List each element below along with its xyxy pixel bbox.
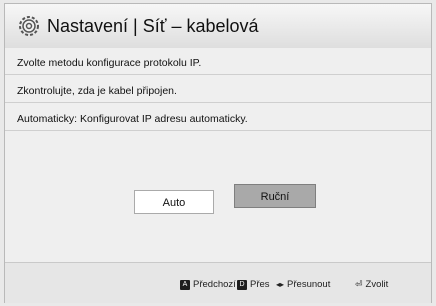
- dialog-header: Nastavení | Síť – kabelová: [5, 4, 431, 49]
- page-title: Nastavení | Síť – kabelová: [47, 16, 259, 36]
- move-hint[interactable]: ◂▸ Přesunout: [276, 279, 330, 290]
- select-hint[interactable]: ⏎ Zvolit: [355, 279, 388, 290]
- auto-description-line: Automaticky: Konfigurovat IP adresu auto…: [5, 107, 431, 131]
- settings-gear-icon: [19, 16, 39, 36]
- select-label: Zvolit: [365, 279, 389, 290]
- cable-check-line: Zkontrolujte, zda je kabel připojen.: [5, 79, 431, 103]
- key-hint-bar: A Předchozí D Přes ◂▸ Přesunout ⏎ Zvolit: [5, 262, 431, 303]
- previous-label: Předchozí: [193, 279, 236, 290]
- skip-label: Přes: [250, 279, 270, 290]
- move-label: Přesunout: [287, 279, 331, 290]
- a-key-icon: A: [180, 279, 190, 290]
- network-settings-dialog: Nastavení | Síť – kabelová Zvolte metodu…: [4, 3, 432, 303]
- instruction-line: Zvolte metodu konfigurace protokolu IP.: [5, 51, 431, 75]
- enter-key-icon: ⏎: [355, 279, 363, 289]
- d-key-icon: D: [237, 279, 247, 290]
- previous-hint[interactable]: A Předchozí: [180, 279, 236, 290]
- left-right-arrows-icon: ◂▸: [276, 280, 285, 289]
- manual-button[interactable]: Ruční: [234, 184, 316, 208]
- dialog-content: Zvolte metodu konfigurace protokolu IP. …: [5, 48, 431, 262]
- auto-button[interactable]: Auto: [134, 190, 214, 214]
- skip-hint[interactable]: D Přes: [237, 279, 270, 290]
